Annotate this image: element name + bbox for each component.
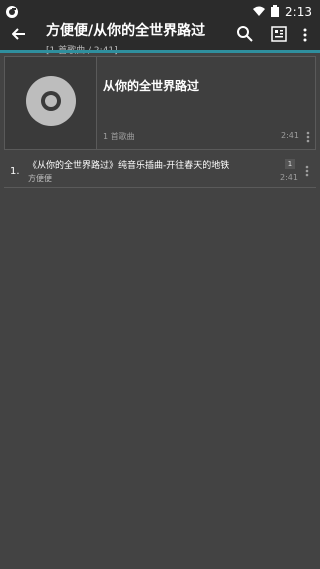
search-icon — [237, 26, 253, 46]
track-title: 《从你的全世界路过》纯音乐插曲-开往春天的地铁 — [28, 161, 230, 171]
track-row[interactable]: 1. 《从你的全世界路过》纯音乐插曲-开往春天的地铁 方便便 1 2:41 — [4, 156, 316, 188]
album-title: 从你的全世界路过 — [103, 79, 200, 93]
album-more-button[interactable] — [303, 130, 313, 144]
disc-icon — [25, 75, 77, 131]
back-button[interactable] — [8, 24, 30, 46]
track-duration: 2:41 — [280, 173, 298, 182]
battery-icon — [271, 4, 280, 20]
more-vert-icon — [303, 27, 307, 46]
wifi-icon — [253, 5, 266, 19]
album-card[interactable]: 从你的全世界路过 1 首歌曲 2:41 — [4, 56, 316, 150]
more-options-button[interactable] — [294, 25, 316, 47]
back-arrow-icon — [11, 26, 26, 45]
app-logo-icon — [0, 0, 24, 24]
track-badge: 1 — [285, 159, 295, 169]
view-toggle-button[interactable] — [268, 25, 290, 47]
view-list-icon — [271, 26, 287, 46]
search-button[interactable] — [234, 25, 256, 47]
more-vert-icon — [305, 162, 309, 181]
status-right: 2:13 — [253, 0, 312, 24]
accent-divider — [0, 50, 320, 53]
album-song-count: 1 首歌曲 — [103, 132, 135, 141]
album-art — [5, 57, 97, 149]
album-duration: 2:41 — [281, 131, 299, 140]
track-more-button[interactable] — [302, 164, 312, 178]
track-artist: 方便便 — [28, 174, 52, 183]
status-time: 2:13 — [285, 5, 312, 19]
track-number: 1. — [10, 166, 20, 177]
more-vert-icon — [306, 128, 310, 147]
page-title: 方便便/从你的全世界路过 — [46, 23, 206, 39]
